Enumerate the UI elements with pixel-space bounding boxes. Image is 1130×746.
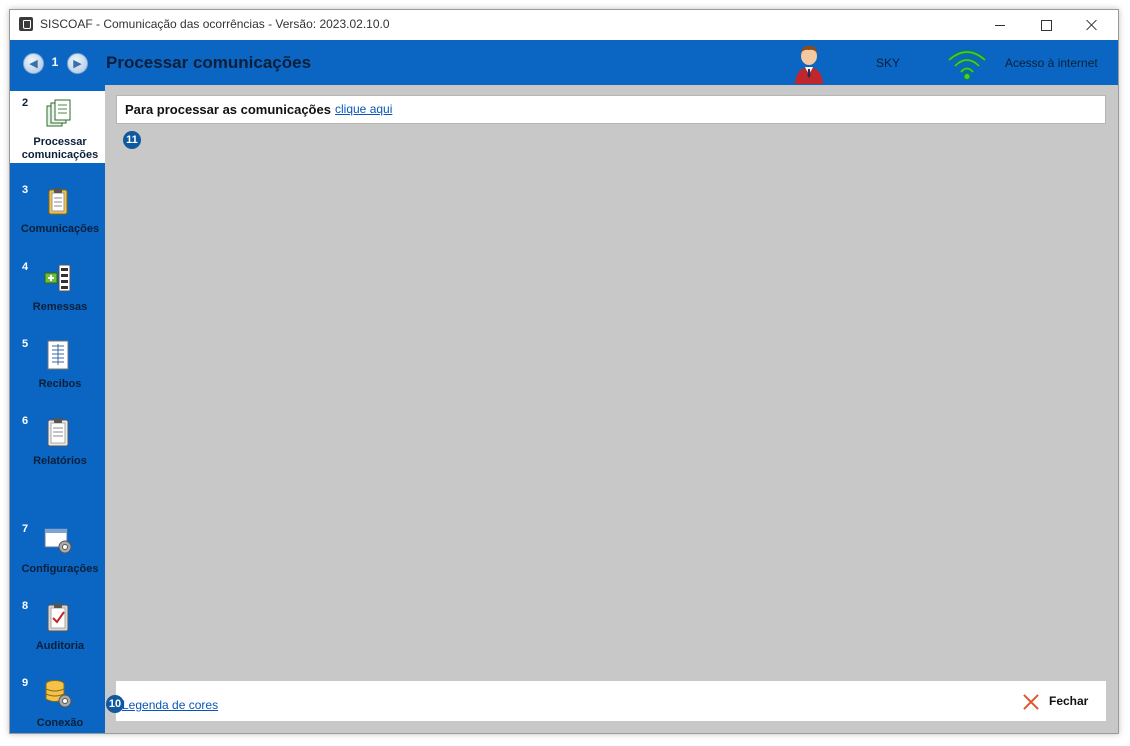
checklist-icon bbox=[47, 603, 69, 632]
process-link[interactable]: clique aqui bbox=[335, 102, 392, 116]
user-avatar-icon bbox=[795, 45, 823, 84]
forward-button[interactable]: ▶ bbox=[67, 53, 88, 74]
sidebar-item-configuracoes[interactable]: 7 Configurações bbox=[10, 517, 105, 577]
sidebar-item-label: Comunicações bbox=[20, 223, 100, 235]
window-title: SISCOAF - Comunicação das ocorrências - … bbox=[40, 17, 390, 31]
sidebar-item-number: 6 bbox=[22, 415, 29, 427]
sidebar-item-label: Remessas bbox=[32, 301, 88, 313]
content-area-badge: 11 bbox=[123, 131, 141, 149]
app-window: SISCOAF - Comunicação das ocorrências - … bbox=[9, 9, 1119, 734]
sidebar-item-conexao[interactable]: 9 Conexão bbox=[10, 671, 105, 731]
main-content: Para processar as comunicações clique aq… bbox=[105, 85, 1118, 733]
report-clipboard-icon bbox=[47, 418, 69, 447]
sidebar-item-auditoria[interactable]: 8 Auditoria bbox=[10, 594, 105, 654]
sidebar-item-number: 9 bbox=[22, 677, 29, 689]
arrow-left-icon: ◀ bbox=[29, 57, 38, 70]
connection-status: Acesso à internet bbox=[1005, 56, 1098, 70]
sidebar-item-label: Configurações bbox=[21, 563, 99, 575]
nav-number-badge: 1 bbox=[46, 53, 64, 71]
sidebar-item-label-line2: comunicações bbox=[21, 149, 99, 161]
sidebar-item-label: Recibos bbox=[38, 378, 82, 390]
page-title: Processar comunicações bbox=[106, 53, 312, 72]
footer-bar: 10 Legenda de cores Fechar bbox=[106, 681, 1106, 721]
close-x-icon bbox=[1022, 693, 1040, 711]
sidebar-item-number: 3 bbox=[22, 184, 29, 196]
wifi-icon bbox=[948, 50, 986, 80]
sidebar-item-number: 5 bbox=[22, 338, 29, 350]
sidebar-item-comunicacoes[interactable]: 3 Comunicações bbox=[10, 178, 105, 238]
database-gear-icon bbox=[45, 680, 72, 708]
info-bar: Para processar as comunicações clique aq… bbox=[116, 95, 1106, 124]
sidebar-item-number: 2 bbox=[22, 97, 29, 109]
receipt-icon bbox=[47, 340, 69, 370]
sidebar-item-number: 4 bbox=[22, 261, 29, 273]
clipboard-icon bbox=[48, 188, 68, 215]
sidebar-item-remessas[interactable]: 4 Remessas bbox=[10, 255, 105, 315]
sidebar-item-number: 7 bbox=[22, 523, 29, 535]
close-button-label: Fechar bbox=[1049, 694, 1089, 708]
close-window-button[interactable] bbox=[1069, 10, 1115, 40]
window-gear-icon bbox=[44, 528, 72, 554]
sidebar-item-label: Relatórios bbox=[33, 455, 87, 467]
sidebar-item-number: 8 bbox=[22, 600, 29, 612]
sidebar-item-processar-comunicacoes[interactable]: 2 Processar comunicações bbox=[10, 91, 105, 163]
title-bar[interactable]: SISCOAF - Comunicação das ocorrências - … bbox=[10, 10, 1118, 40]
app-lock-icon bbox=[19, 17, 33, 31]
maximize-icon bbox=[1040, 19, 1052, 31]
close-button[interactable]: Fechar bbox=[1022, 691, 1098, 711]
back-button[interactable]: ◀ bbox=[23, 53, 44, 74]
minimize-icon bbox=[995, 24, 1005, 26]
user-name: SKY bbox=[876, 56, 901, 70]
sidebar: 2 Processar comunicações 3 Comunicações … bbox=[10, 85, 105, 733]
sidebar-item-label: Processar bbox=[33, 136, 87, 148]
add-list-icon bbox=[44, 264, 71, 292]
close-icon bbox=[1086, 19, 1098, 31]
maximize-button[interactable] bbox=[1023, 10, 1069, 40]
sidebar-item-relatorios[interactable]: 6 Relatórios bbox=[10, 409, 105, 469]
minimize-button[interactable] bbox=[977, 10, 1023, 40]
sidebar-item-label: Auditoria bbox=[35, 640, 85, 652]
color-legend-link[interactable]: Legenda de cores bbox=[122, 698, 218, 712]
arrow-right-icon: ▶ bbox=[73, 57, 82, 70]
sidebar-item-recibos[interactable]: 5 Recibos bbox=[10, 332, 105, 392]
page-header: ◀ 1 ▶ Processar comunicações SKY Acesso … bbox=[10, 40, 1118, 85]
info-text: Para processar as comunicações bbox=[125, 102, 331, 117]
documents-stack-icon bbox=[46, 99, 71, 127]
sidebar-item-label: Conexão bbox=[36, 717, 84, 729]
